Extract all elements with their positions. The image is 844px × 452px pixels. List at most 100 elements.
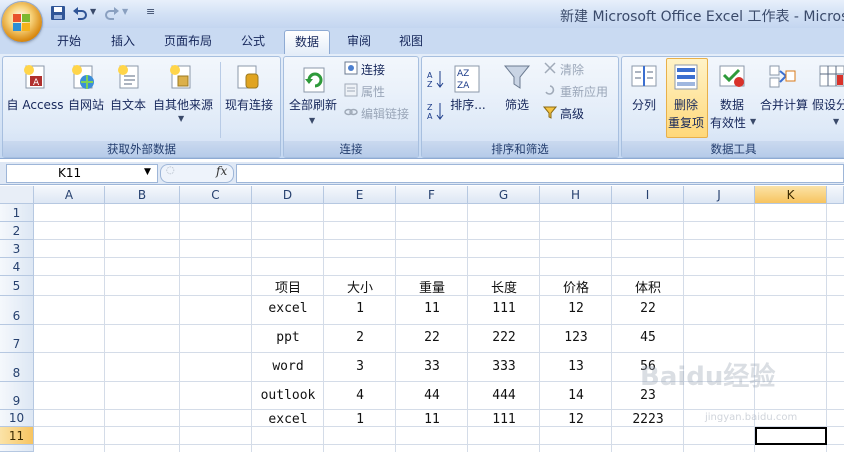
table-cell[interactable]: 11 (396, 412, 468, 427)
refresh-dropdown-icon[interactable]: ▼ (309, 116, 315, 125)
name-box-dropdown-icon[interactable]: ▼ (144, 167, 151, 177)
text-to-columns-button[interactable]: 分列 (626, 96, 662, 113)
save-icon[interactable] (50, 5, 66, 21)
tab-data[interactable]: 数据 (284, 30, 330, 55)
other-sources-icon[interactable] (166, 62, 194, 92)
column-header-c[interactable]: C (180, 186, 252, 204)
remove-duplicates-label-1[interactable]: 删除 (666, 96, 706, 113)
column-header-f[interactable]: F (396, 186, 468, 204)
table-cell[interactable]: 44 (396, 388, 468, 403)
advanced-filter-button[interactable]: 高级 (560, 105, 584, 122)
formula-input[interactable] (236, 164, 844, 183)
table-header-cell[interactable]: 项目 (252, 277, 324, 296)
table-cell[interactable]: 1 (324, 301, 396, 316)
table-cell[interactable]: 12 (540, 412, 612, 427)
row-header-2[interactable]: 2 (0, 222, 34, 240)
table-header-cell[interactable]: 大小 (324, 277, 396, 296)
row-header-5[interactable]: 5 (0, 276, 34, 296)
filter-icon[interactable] (503, 62, 531, 92)
what-if-button[interactable]: 假设分 (812, 96, 844, 113)
column-header-d[interactable]: D (252, 186, 324, 204)
table-cell[interactable]: 3 (324, 359, 396, 374)
redo-dropdown-icon[interactable]: ▼ (122, 7, 128, 16)
table-cell[interactable]: 4 (324, 388, 396, 403)
connections-icon[interactable] (344, 61, 358, 75)
table-cell[interactable]: outlook (252, 388, 324, 403)
table-cell[interactable]: word (252, 359, 324, 374)
row-header-1[interactable]: 1 (0, 204, 34, 222)
column-header-g[interactable]: G (468, 186, 540, 204)
table-cell[interactable]: 111 (468, 412, 540, 427)
customize-icon[interactable]: ≡ (146, 5, 155, 18)
web-icon[interactable] (68, 62, 96, 92)
text-file-icon[interactable] (114, 62, 142, 92)
row-header-8[interactable]: 8 (0, 353, 34, 382)
row-header-10[interactable]: 10 (0, 410, 34, 427)
row-header-12[interactable] (0, 445, 34, 452)
from-text-button[interactable]: 自文本 (108, 96, 148, 113)
data-validation-label-1[interactable]: 数据 (712, 96, 752, 113)
row-header-9[interactable]: 9 (0, 382, 34, 410)
name-box[interactable] (6, 164, 158, 183)
connections-button[interactable]: 连接 (361, 61, 385, 78)
data-validation-label-2[interactable]: 有效性 (708, 114, 748, 131)
tab-review[interactable]: 审阅 (338, 30, 380, 54)
other-sources-dropdown-icon[interactable]: ▼ (178, 114, 184, 123)
remove-duplicates-icon[interactable] (672, 62, 700, 92)
select-all-button[interactable] (0, 186, 34, 204)
redo-icon[interactable] (104, 5, 120, 21)
row-header-4[interactable]: 4 (0, 258, 34, 276)
column-header-j[interactable]: J (684, 186, 755, 204)
table-cell[interactable]: 45 (612, 330, 684, 345)
row-header-7[interactable]: 7 (0, 325, 34, 353)
tab-view[interactable]: 视图 (390, 30, 432, 54)
undo-icon[interactable] (72, 5, 88, 21)
data-validation-dropdown-icon[interactable]: ▼ (750, 117, 756, 126)
table-cell[interactable]: 22 (396, 330, 468, 345)
table-cell[interactable]: 444 (468, 388, 540, 403)
table-cell[interactable]: 2223 (612, 412, 684, 427)
table-cell[interactable]: excel (252, 412, 324, 427)
clear-button[interactable]: 清除 (560, 61, 584, 78)
existing-connections-icon[interactable] (234, 62, 262, 92)
tab-home[interactable]: 开始 (48, 30, 90, 54)
from-other-sources-button[interactable]: 自其他来源 (150, 96, 216, 113)
column-header-next[interactable] (827, 186, 844, 204)
reapply-button[interactable]: 重新应用 (560, 83, 608, 100)
sort-icon[interactable]: AZ ZA (453, 64, 481, 94)
column-header-b[interactable]: B (105, 186, 180, 204)
table-cell[interactable]: 12 (540, 301, 612, 316)
column-header-i[interactable]: I (612, 186, 684, 204)
remove-duplicates-label-2[interactable]: 重复项 (666, 114, 706, 131)
what-if-dropdown-icon[interactable]: ▼ (833, 117, 839, 126)
sort-button[interactable]: 排序... (446, 96, 490, 113)
properties-button[interactable]: 属性 (361, 83, 385, 100)
column-header-a[interactable]: A (34, 186, 105, 204)
sort-descending-icon[interactable]: ZA (427, 102, 445, 120)
consolidate-icon[interactable] (768, 62, 796, 92)
table-cell[interactable]: 2 (324, 330, 396, 345)
existing-connections-button[interactable]: 现有连接 (222, 96, 276, 113)
table-header-cell[interactable]: 价格 (540, 277, 612, 296)
what-if-icon[interactable] (818, 62, 844, 92)
refresh-all-icon[interactable] (300, 66, 328, 96)
office-button[interactable] (2, 2, 42, 42)
column-header-e[interactable]: E (324, 186, 396, 204)
table-cell[interactable]: 111 (468, 301, 540, 316)
table-cell[interactable]: 123 (540, 330, 612, 345)
row-header-11[interactable]: 11 (0, 427, 34, 445)
table-cell[interactable]: 11 (396, 301, 468, 316)
table-cell[interactable]: excel (252, 301, 324, 316)
table-cell[interactable]: 333 (468, 359, 540, 374)
row-header-3[interactable]: 3 (0, 240, 34, 258)
column-header-k[interactable]: K (755, 186, 827, 204)
refresh-all-button[interactable]: 全部刷新 (286, 96, 340, 113)
table-cell[interactable]: 13 (540, 359, 612, 374)
sort-ascending-icon[interactable]: AZ (427, 70, 445, 88)
active-cell-k11[interactable] (755, 427, 827, 445)
table-cell[interactable]: 33 (396, 359, 468, 374)
undo-dropdown-icon[interactable]: ▼ (90, 7, 96, 16)
table-header-cell[interactable]: 体积 (612, 277, 684, 296)
filter-button[interactable]: 筛选 (500, 96, 534, 113)
data-validation-icon[interactable] (718, 62, 746, 92)
